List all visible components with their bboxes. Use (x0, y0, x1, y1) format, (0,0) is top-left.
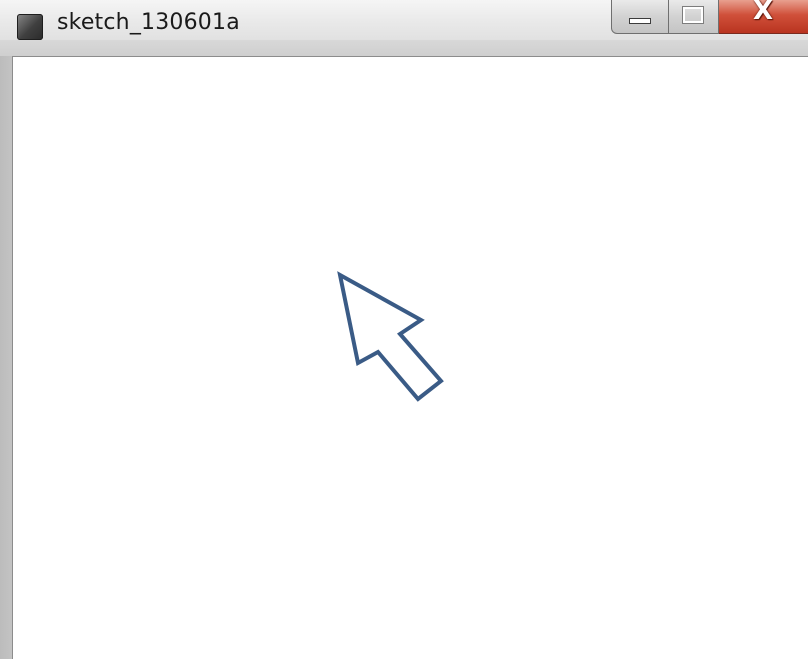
minimize-button[interactable] (611, 0, 669, 34)
minimize-icon (629, 18, 651, 24)
sketch-window: sketch_130601a X (0, 0, 808, 659)
maximize-button[interactable] (669, 0, 719, 34)
title-bar[interactable]: sketch_130601a X (0, 0, 808, 56)
app-icon[interactable] (17, 14, 43, 40)
arrow-cursor-icon (337, 271, 444, 402)
close-icon: X (753, 0, 774, 26)
window-title: sketch_130601a (57, 10, 240, 35)
window-controls: X (611, 0, 808, 40)
sketch-canvas[interactable] (12, 56, 808, 659)
close-button[interactable]: X (719, 0, 808, 34)
cursor-layer (337, 271, 444, 402)
maximize-icon (682, 6, 704, 24)
